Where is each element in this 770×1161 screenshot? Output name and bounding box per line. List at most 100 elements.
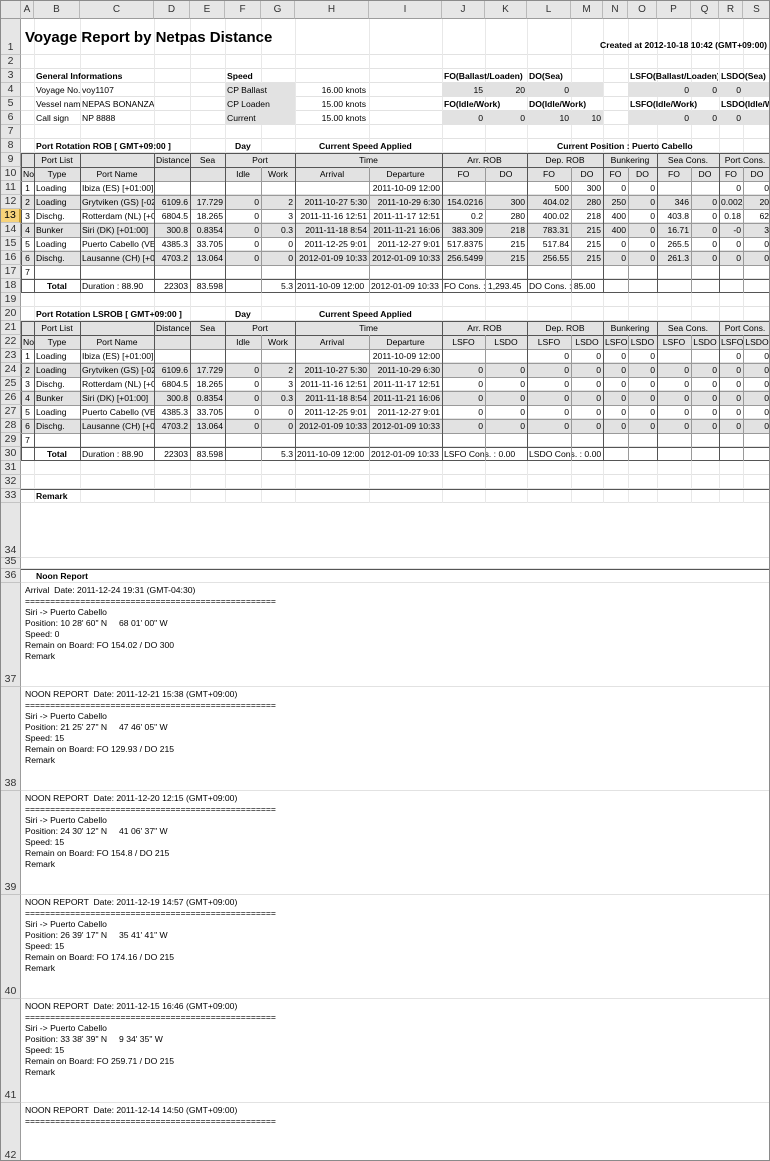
lsfo-work-value: 0 <box>712 113 717 123</box>
row-header-20[interactable]: 20 <box>1 307 21 321</box>
row-header-8[interactable]: 8 <box>1 139 21 153</box>
column-header-f[interactable]: F <box>225 1 261 19</box>
noon-report-entry[interactable]: NOON REPORT Date: 2011-12-15 16:46 (GMT+… <box>25 1001 765 1101</box>
noon-report-entry[interactable]: Arrival Date: 2011-12-24 19:31 (GMT-04:3… <box>25 585 765 685</box>
lsdo-idle-work-label: LSDO(Idle/Work) <box>721 99 769 109</box>
column-header-k[interactable]: K <box>485 1 527 19</box>
row-header-33[interactable]: 33 <box>1 489 21 503</box>
row-header-28[interactable]: 28 <box>1 419 21 433</box>
voyage-value: voy1107 <box>82 85 114 95</box>
lsfo-idle-work-label: LSFO(Idle/Work) <box>630 99 698 109</box>
lsrob-table-col-line <box>190 321 191 461</box>
rob-table-col-line <box>154 153 155 293</box>
row-header-25[interactable]: 25 <box>1 377 21 391</box>
row-header-4[interactable]: 4 <box>1 83 21 97</box>
row-header-38[interactable]: 38 <box>1 687 21 791</box>
rob-table-col-line <box>295 153 296 293</box>
column-header-q[interactable]: Q <box>691 1 719 19</box>
row-header-22[interactable]: 22 <box>1 335 21 349</box>
column-header-b[interactable]: B <box>34 1 80 19</box>
cp-ballast-label: CP Ballast <box>227 85 267 95</box>
lsdo-idle-value: 0 <box>736 113 741 123</box>
noon-report-entry[interactable]: NOON REPORT Date: 2011-12-21 15:38 (GMT+… <box>25 689 765 789</box>
row-header-30[interactable]: 30 <box>1 447 21 461</box>
row-header-16[interactable]: 16 <box>1 251 21 265</box>
row-header-14[interactable]: 14 <box>1 223 21 237</box>
lsrob-table-col-line <box>80 321 81 461</box>
row-header-10[interactable]: 10 <box>1 167 21 181</box>
row-header-2[interactable]: 2 <box>1 55 21 69</box>
row-header-1[interactable]: 1 <box>1 19 21 55</box>
row-header-26[interactable]: 26 <box>1 391 21 405</box>
row-header-27[interactable]: 27 <box>1 405 21 419</box>
row-header-41[interactable]: 41 <box>1 999 21 1103</box>
row-header-19[interactable]: 19 <box>1 293 21 307</box>
do-idle-work-label: DO(Idle/Work) <box>529 99 587 109</box>
column-header-d[interactable]: D <box>154 1 190 19</box>
lsrob-table-subcol-line <box>571 335 572 461</box>
rob-table-current-position: Current Position : Puerto Cabello <box>557 141 693 151</box>
row-header-21[interactable]: 21 <box>1 321 21 335</box>
lsrob-table-col-line <box>34 321 35 461</box>
rob-table-title: Port Rotation ROB [ GMT+09:00 ] <box>36 141 171 151</box>
row-header-36[interactable]: 36 <box>1 569 21 583</box>
row-header-15[interactable]: 15 <box>1 237 21 251</box>
row-header-18[interactable]: 18 <box>1 279 21 293</box>
rob-table-col-line <box>527 153 528 293</box>
row-header-7[interactable]: 7 <box>1 125 21 139</box>
row-header-11[interactable]: 11 <box>1 181 21 195</box>
column-header-g[interactable]: G <box>261 1 295 19</box>
lsrob-table-col-line <box>154 321 155 461</box>
row-header-13[interactable]: 13 <box>1 209 21 223</box>
cp-loaden-value: 15.00 knots <box>321 99 366 109</box>
remark-border <box>21 489 769 490</box>
row-header-17[interactable]: 17 <box>1 265 21 279</box>
cp-ballast-value: 16.00 knots <box>321 85 366 95</box>
rob-table-subcol-line <box>369 167 370 293</box>
column-header-p[interactable]: P <box>657 1 691 19</box>
noon-report-entry[interactable]: NOON REPORT Date: 2011-12-20 12:15 (GMT+… <box>25 793 765 893</box>
column-header-o[interactable]: O <box>628 1 657 19</box>
noon-border <box>21 569 769 570</box>
lsrob-table-col-line <box>657 321 658 461</box>
select-all-corner[interactable] <box>1 1 21 19</box>
row-header-24[interactable]: 24 <box>1 363 21 377</box>
column-header-j[interactable]: J <box>442 1 485 19</box>
column-header-i[interactable]: I <box>369 1 442 19</box>
column-header-c[interactable]: C <box>80 1 154 19</box>
row-header-35[interactable]: 35 <box>1 555 21 569</box>
row-header-34[interactable]: 34 <box>1 503 21 558</box>
spreadsheet[interactable]: A B C D E F G H I J K L M N O P Q R S 1 2 3 4 5 6 7 8 9 10 11 12 13 14 15… <box>0 0 770 1161</box>
column-header-r[interactable]: R <box>719 1 743 19</box>
noon-report-entry[interactable]: NOON REPORT Date: 2011-12-19 14:57 (GMT+… <box>25 897 765 997</box>
column-header-m[interactable]: M <box>571 1 603 19</box>
cp-loaden-label: CP Loaden <box>227 99 270 109</box>
lsrob-table-col-line <box>225 321 226 461</box>
do-sea-value: 0 <box>564 85 569 95</box>
column-header-h[interactable]: H <box>295 1 369 19</box>
row-header-42[interactable]: 42 <box>1 1103 21 1160</box>
row-header-3[interactable]: 3 <box>1 69 21 83</box>
row-header-31[interactable]: 31 <box>1 461 21 475</box>
row-header-9[interactable]: 9 <box>1 153 21 167</box>
vessel-value: NEPAS BONANZA <box>82 99 154 109</box>
row-header-5[interactable]: 5 <box>1 97 21 111</box>
fo-work-value: 0 <box>520 113 525 123</box>
row-header-6[interactable]: 6 <box>1 111 21 125</box>
lsrob-table-subcol-line <box>743 335 744 461</box>
row-header-12[interactable]: 12 <box>1 195 21 209</box>
row-header-40[interactable]: 40 <box>1 895 21 999</box>
row-header-23[interactable]: 23 <box>1 349 21 363</box>
noon-report-entry[interactable]: NOON REPORT Date: 2011-12-14 14:50 (GMT+… <box>25 1105 765 1160</box>
row-header-39[interactable]: 39 <box>1 791 21 895</box>
row-header-32[interactable]: 32 <box>1 475 21 489</box>
column-header-s[interactable]: S <box>743 1 769 19</box>
row-header-29[interactable]: 29 <box>1 433 21 447</box>
column-header-n[interactable]: N <box>603 1 628 19</box>
column-header-e[interactable]: E <box>190 1 225 19</box>
column-header-l[interactable]: L <box>527 1 571 19</box>
created-at: Created at 2012-10-18 10:42 (GMT+09:00) <box>600 40 767 50</box>
column-header-a[interactable]: A <box>21 1 34 19</box>
fo-ballast-value: 15 <box>473 85 483 95</box>
row-header-37[interactable]: 37 <box>1 583 21 687</box>
